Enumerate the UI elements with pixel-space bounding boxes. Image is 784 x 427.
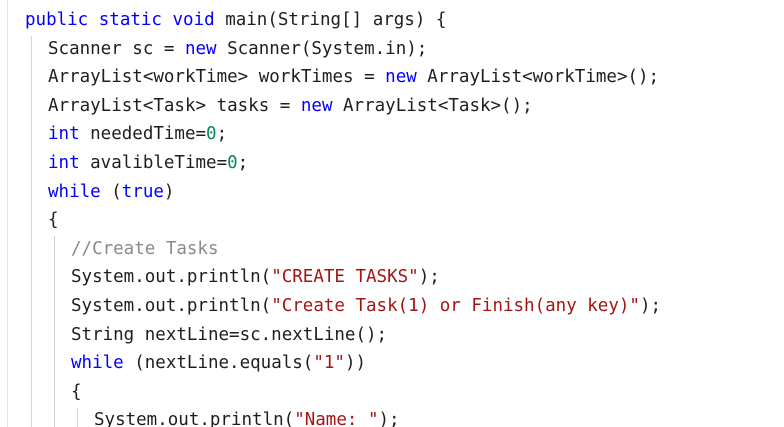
code-token-txt: ArrayList<workTime>(); xyxy=(416,67,660,88)
code-line[interactable]: ArrayList<workTime> workTimes = new Arra… xyxy=(48,63,659,92)
code-line[interactable]: System.out.println("Create Task(1) or Fi… xyxy=(71,292,661,321)
code-token-cmt: //Create Tasks xyxy=(71,238,219,259)
code-line[interactable]: while (nextLine.equals("1")) xyxy=(71,349,366,378)
code-token-txt: String nextLine=sc.nextLine(); xyxy=(71,324,388,345)
code-line[interactable]: Scanner sc = new Scanner(System.in); xyxy=(48,35,427,64)
code-token-txt: Scanner(System.in); xyxy=(216,38,428,59)
code-token-kw: while xyxy=(71,353,124,374)
code-token-txt: ( xyxy=(100,181,122,202)
code-token-kw: true xyxy=(121,181,164,202)
code-line[interactable]: { xyxy=(71,378,82,407)
code-token-txt: ); xyxy=(378,410,400,427)
code-token-kw: new xyxy=(300,95,333,116)
code-line[interactable]: System.out.println("Name: "); xyxy=(94,406,400,427)
code-line[interactable]: System.out.println("CREATE TASKS"); xyxy=(71,263,440,292)
code-line[interactable]: { xyxy=(48,206,59,235)
code-token-txt: neededTime= xyxy=(79,124,207,145)
code-token-txt: System.out.println( xyxy=(71,267,272,288)
code-token-str: "Name: " xyxy=(294,410,379,427)
code-token-txt: System.out.println( xyxy=(94,410,295,427)
code-token-txt: { xyxy=(71,381,82,402)
code-token-txt: ); xyxy=(418,267,440,288)
code-token-txt: ArrayList<Task>(); xyxy=(332,95,533,116)
code-line[interactable]: int avalibleTime=0; xyxy=(48,149,248,178)
code-token-kw: while xyxy=(48,181,101,202)
code-token-kw: int xyxy=(48,124,80,145)
code-line[interactable]: public static void main(String[] args) { xyxy=(25,6,446,35)
code-token-str: "1" xyxy=(313,353,345,374)
code-token-txt: avalibleTime= xyxy=(79,153,228,173)
code-token-txt: ArrayList<Task> tasks = xyxy=(48,95,301,116)
code-token-txt: { xyxy=(48,210,59,231)
code-token-num: 0 xyxy=(206,124,217,145)
code-token-txt: ; xyxy=(237,153,249,173)
code-line[interactable]: ArrayList<Task> tasks = new ArrayList<Ta… xyxy=(48,92,533,121)
code-token-str: "Create Task(1) or Finish(any key)" xyxy=(271,296,640,316)
code-token-txt: ArrayList<workTime> workTimes = xyxy=(48,67,386,88)
code-line[interactable]: //Create Tasks xyxy=(71,235,219,264)
indent-guide-line xyxy=(54,236,55,427)
code-token-txt: ; xyxy=(216,124,228,145)
code-token-txt: System.out.println( xyxy=(71,296,272,316)
code-token-kw: int xyxy=(48,153,80,173)
code-line[interactable]: int neededTime=0; xyxy=(48,120,227,149)
code-token-str: "CREATE TASKS" xyxy=(271,267,419,288)
code-line[interactable]: while (true) xyxy=(48,178,174,207)
code-token-kw: new xyxy=(184,38,217,59)
code-editor[interactable]: public static void main(String[] args) {… xyxy=(0,0,784,427)
code-token-kw: public static void xyxy=(25,10,215,30)
code-token-txt: )) xyxy=(344,353,367,374)
code-token-num: 0 xyxy=(227,153,238,173)
code-token-txt: main(String[] args) { xyxy=(214,10,447,30)
code-token-kw: new xyxy=(385,67,417,88)
editor-left-border xyxy=(7,0,8,427)
code-token-txt: ); xyxy=(639,296,662,316)
code-line[interactable]: String nextLine=sc.nextLine(); xyxy=(71,321,387,350)
indent-guide-line xyxy=(77,408,78,427)
code-token-txt: Scanner sc = xyxy=(48,38,185,59)
code-token-txt: ) xyxy=(163,181,175,202)
code-token-txt: (nextLine.equals( xyxy=(123,353,314,374)
indent-guide-line xyxy=(31,36,32,427)
